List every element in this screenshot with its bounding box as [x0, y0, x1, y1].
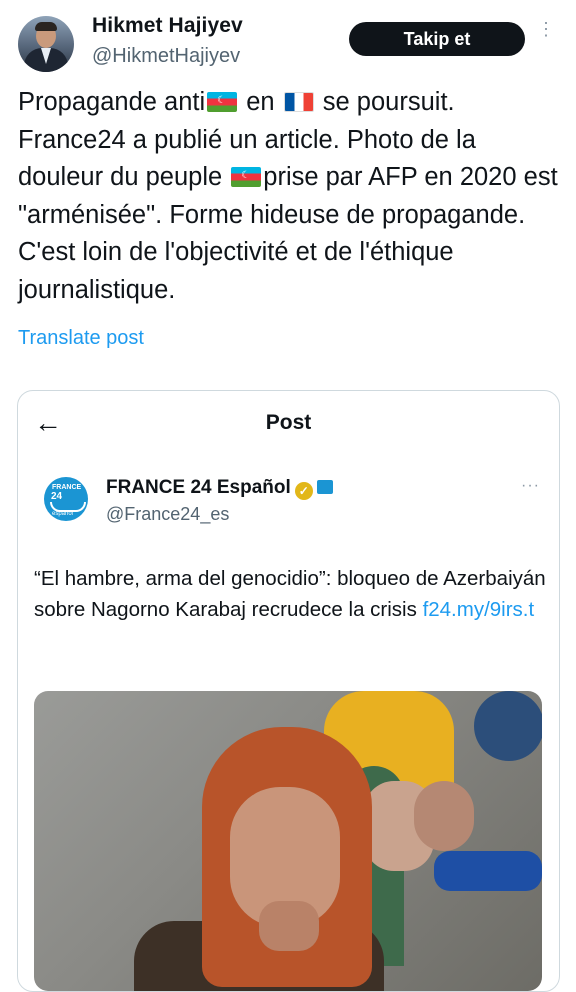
tweet-text: Propagande anti en se poursuit. France24…	[18, 84, 566, 309]
headline-link[interactable]: f24.my/9irs.t	[423, 598, 535, 621]
quoted-post-card[interactable]: ← Post FRANCE 24 español FRANCE 24 Españ…	[17, 390, 560, 992]
author-avatar[interactable]	[18, 16, 74, 72]
france-flag-icon	[283, 92, 314, 112]
azerbaijan-flag-icon	[207, 92, 238, 112]
quoted-more-icon[interactable]: ···	[521, 477, 540, 495]
photo-hand	[259, 901, 319, 951]
photo-person-blue	[474, 691, 542, 761]
quoted-account-name[interactable]: FRANCE 24 Español ✓	[106, 477, 333, 500]
author-name[interactable]: Hikmet Hajiyev	[92, 14, 243, 38]
photo-blue-sleeve	[434, 851, 542, 891]
translate-post-link[interactable]: Translate post	[18, 327, 144, 350]
azerbaijan-flag-icon	[231, 167, 262, 187]
more-options-icon[interactable]: ⋮	[536, 20, 556, 54]
author-handle[interactable]: @HikmetHajiyev	[92, 45, 240, 68]
quoted-account-handle[interactable]: @France24_es	[106, 504, 229, 525]
post-header-title: Post	[265, 411, 312, 434]
quoted-headline: “El hambre, arma del genocidio”: bloqueo…	[34, 563, 548, 625]
logo-text-bottom: español	[52, 511, 74, 517]
france24-logo[interactable]: FRANCE 24 español	[44, 477, 88, 521]
quoted-account-name-text: FRANCE 24 Español	[106, 477, 291, 498]
logo-text-top: FRANCE	[52, 484, 82, 491]
verified-badge-icon: ✓	[294, 482, 313, 500]
tweet-text-part: en	[239, 88, 282, 116]
article-photo[interactable]	[34, 691, 542, 991]
follow-button[interactable]: Takip et	[349, 22, 525, 56]
tweet-text-part: Propagande anti	[18, 88, 206, 116]
affiliation-badge-icon	[316, 480, 333, 494]
photo-woman-face-3	[414, 781, 474, 851]
logo-text-num: 24	[51, 491, 63, 502]
avatar-hair	[35, 22, 57, 31]
